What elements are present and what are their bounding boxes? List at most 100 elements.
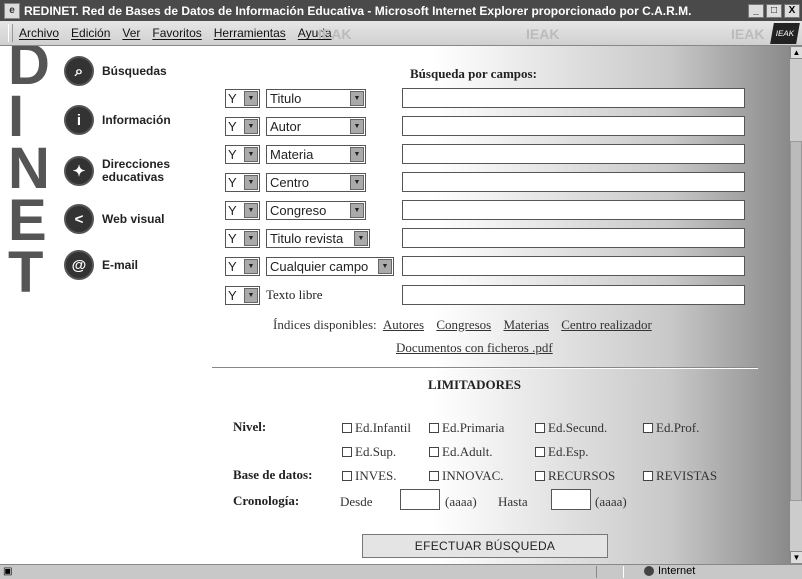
search-input[interactable] [402,228,745,248]
base-datos-label: Base de datos: [233,467,313,482]
checkbox-box[interactable] [429,423,439,433]
operator-select[interactable]: Y ▼ [225,256,260,276]
checkbox-ed-infantil[interactable]: Ed.Infantil [342,420,411,436]
logo-letter: T [8,240,44,305]
checkbox-box[interactable] [429,471,439,481]
search-input[interactable] [402,256,745,276]
close-button[interactable]: X [784,3,800,18]
title-bar: e REDINET. Red de Bases de Datos de Info… [0,0,802,21]
checkbox-box[interactable] [643,423,653,433]
checkbox-box[interactable] [535,423,545,433]
hasta-year-input[interactable] [551,489,591,510]
nav-label: Web visual [102,211,165,226]
search-row: Y ▼ Congreso ▼ [225,199,366,221]
ieak-watermark: IEAK [731,26,765,42]
field-select[interactable]: Centro ▼ [266,172,366,192]
operator-select[interactable]: Y ▼ [225,88,260,108]
nav-informacion[interactable]: i Información [64,105,182,135]
status-pane [596,566,624,578]
limiters-title: LIMITADORES [428,377,521,392]
scroll-up-icon[interactable]: ▲ [790,46,802,59]
scroll-thumb[interactable] [790,141,802,501]
checkbox-box[interactable] [535,471,545,481]
menu-archivo[interactable]: Archivo [19,26,59,40]
field-select[interactable]: Materia ▼ [266,144,366,164]
field-select[interactable]: Autor ▼ [266,116,366,136]
checkbox-ed-prof[interactable]: Ed.Prof. [643,420,699,436]
field-select[interactable]: Titulo revista ▼ [266,228,370,248]
dinet-logo: D I N E T [8,46,70,305]
search-row: Y ▼ Titulo ▼ [225,87,366,109]
checkbox-box[interactable] [643,471,653,481]
index-link-autores[interactable]: Autores [383,317,424,332]
index-link-congresos[interactable]: Congresos [436,317,491,332]
operator-select[interactable]: Y ▼ [225,172,260,192]
zone-label: Internet [658,565,696,577]
dropdown-arrow-icon: ▼ [244,287,258,303]
checkbox-box[interactable] [342,447,352,457]
menu-herramientas[interactable]: Herramientas [214,26,286,40]
dropdown-arrow-icon: ▼ [350,146,364,162]
maximize-button[interactable]: □ [766,3,782,18]
scroll-down-icon[interactable]: ▼ [790,551,802,564]
search-input[interactable] [402,172,745,192]
index-link-materias[interactable]: Materias [503,317,548,332]
dropdown-arrow-icon: ▼ [244,90,258,106]
vertical-scrollbar[interactable]: ▲ ▼ [789,46,802,564]
search-row: Y ▼ Texto libre [225,284,323,306]
indices-line: Índices disponibles: Autores Congresos M… [273,317,658,333]
minimize-button[interactable]: _ [748,3,764,18]
network-icon: ✦ [64,156,94,186]
field-select[interactable]: Titulo ▼ [266,88,366,108]
nav-busquedas[interactable]: ⌕ Búsquedas [64,56,182,86]
dropdown-arrow-icon: ▼ [354,230,368,246]
search-row: Y ▼ Titulo revista ▼ [225,227,370,249]
cronologia-label: Cronología: [233,493,300,508]
checkbox-box[interactable] [535,447,545,457]
nav-label: E-mail [102,257,139,272]
checkbox-ed-esp[interactable]: Ed.Esp. [535,444,588,460]
search-input[interactable] [402,200,745,220]
submit-search-button[interactable]: EFECTUAR BÚSQUEDA [362,534,608,558]
nav-email[interactable]: @ E-mail [64,250,182,280]
checkbox-ed-adult[interactable]: Ed.Adult. [429,444,493,460]
checkbox-ed-secund[interactable]: Ed.Secund. [535,420,607,436]
checkbox-box[interactable] [429,447,439,457]
checkbox-inves[interactable]: INVES. [342,468,397,484]
index-link-centro[interactable]: Centro realizador [561,317,652,332]
nav-web-visual[interactable]: < Web visual [64,204,182,234]
operator-select[interactable]: Y ▼ [225,285,260,305]
search-input[interactable] [402,144,745,164]
search-input[interactable] [402,116,745,136]
dropdown-arrow-icon: ▼ [350,202,364,218]
operator-select[interactable]: Y ▼ [225,116,260,136]
toolbar-grip[interactable] [8,24,13,42]
operator-select[interactable]: Y ▼ [225,228,260,248]
security-zone: Internet [644,565,695,577]
menu-favoritos[interactable]: Favoritos [152,26,201,40]
checkbox-box[interactable] [342,471,352,481]
field-select[interactable]: Cualquier campo ▼ [266,256,394,276]
operator-select[interactable]: Y ▼ [225,144,260,164]
search-input[interactable] [402,88,745,108]
field-select[interactable]: Congreso ▼ [266,200,366,220]
status-bar: ▣ Internet [0,564,802,579]
checkbox-innovac[interactable]: INNOVAC. [429,468,504,484]
checkbox-revistas[interactable]: REVISTAS [643,468,717,484]
checkbox-box[interactable] [342,423,352,433]
docs-pdf-link[interactable]: Documentos con ficheros .pdf [396,340,553,355]
dropdown-arrow-icon: ▼ [244,258,258,274]
checkbox-ed-primaria[interactable]: Ed.Primaria [429,420,504,436]
checkbox-ed-sup[interactable]: Ed.Sup. [342,444,396,460]
window-title: REDINET. Red de Bases de Datos de Inform… [24,3,692,18]
menu-edicion[interactable]: Edición [71,26,110,40]
indices-label: Índices disponibles: [273,317,377,332]
free-text-input[interactable] [402,285,745,305]
menu-ver[interactable]: Ver [122,26,140,40]
desde-year-input[interactable] [400,489,440,510]
checkbox-recursos[interactable]: RECURSOS [535,468,615,484]
nav-label: Información [102,112,171,127]
operator-select[interactable]: Y ▼ [225,200,260,220]
nav-direcciones[interactable]: ✦ Direcciones educativas [64,156,182,186]
page-icon: ▣ [3,566,13,577]
